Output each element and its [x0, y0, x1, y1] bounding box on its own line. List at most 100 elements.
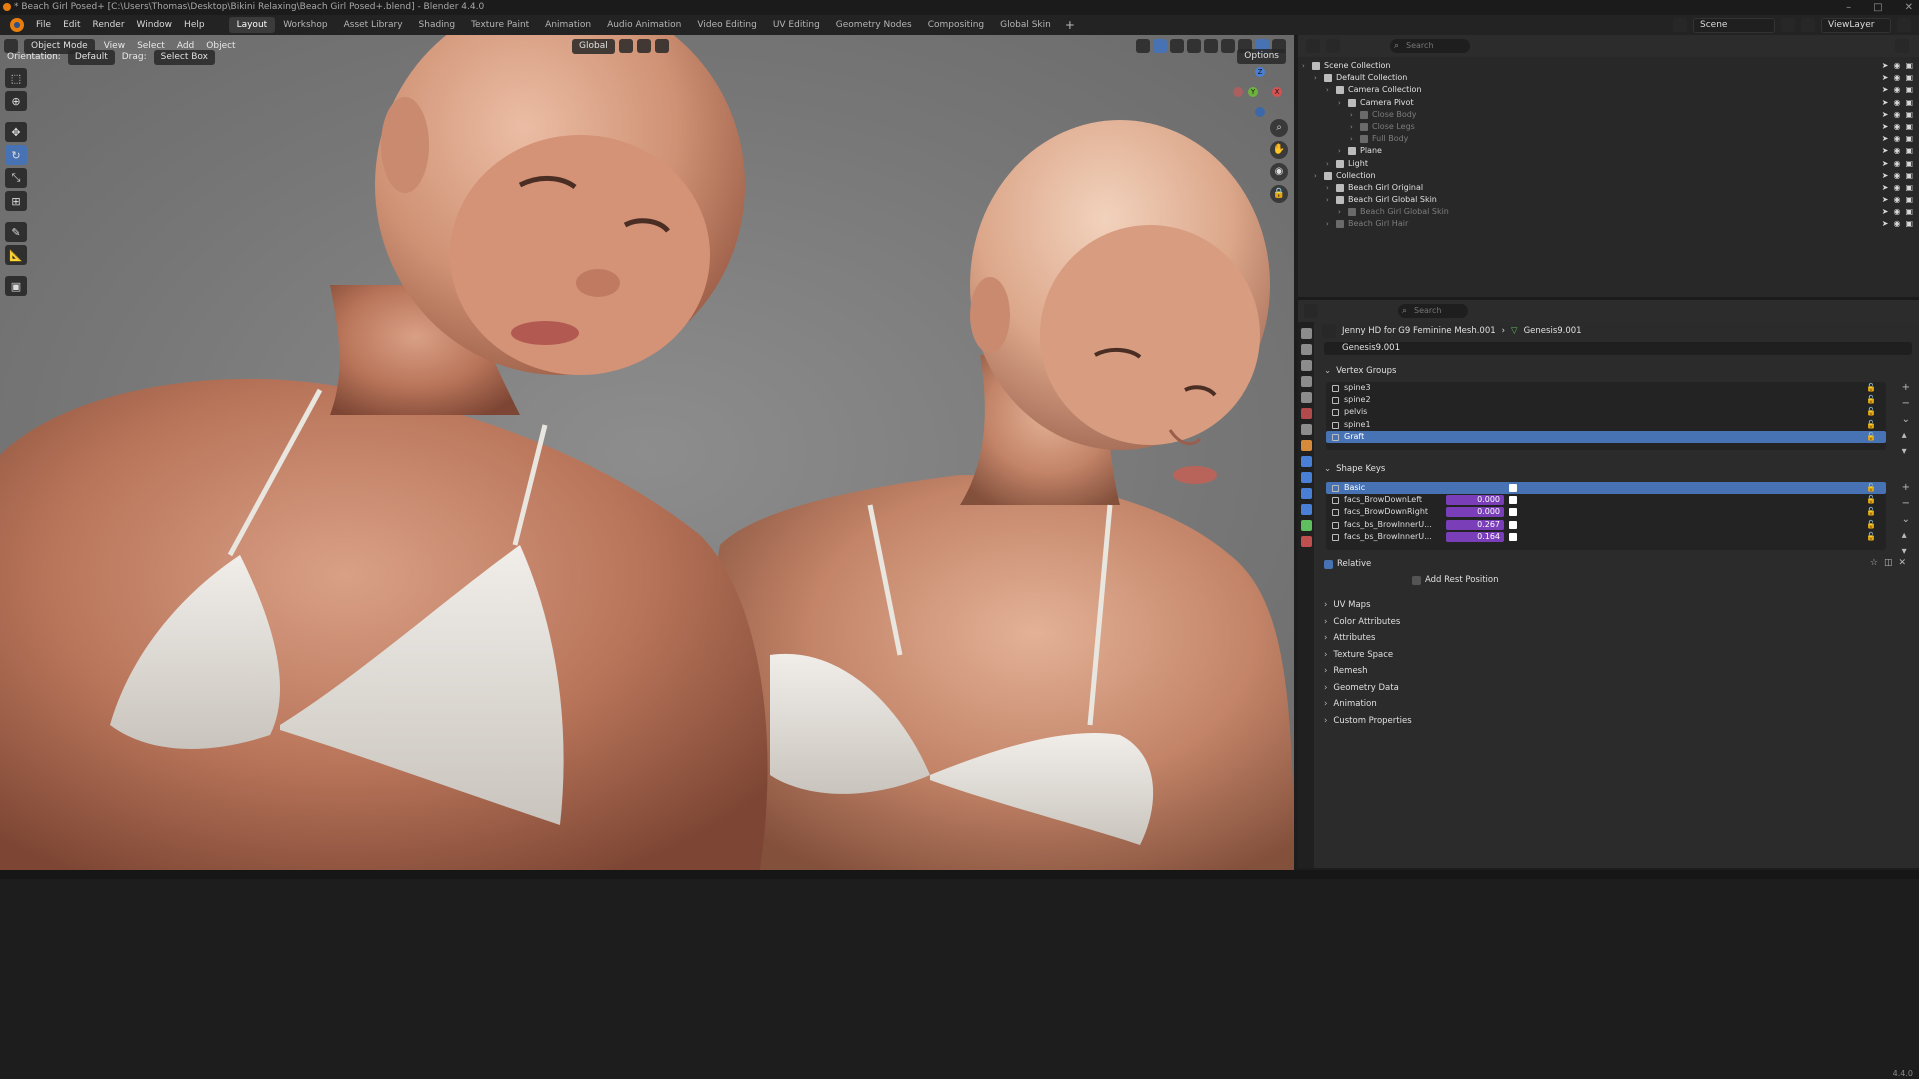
- outliner-search-input[interactable]: Search: [1390, 39, 1470, 53]
- mesh-data-field[interactable]: Genesis9.001: [1324, 342, 1912, 355]
- panel-remesh[interactable]: Remesh: [1324, 664, 1367, 678]
- tab-uv-editing[interactable]: UV Editing: [765, 17, 828, 33]
- lock-icon[interactable]: 🔓: [1866, 431, 1876, 443]
- filter-icon[interactable]: [1895, 39, 1909, 53]
- vertex-group-row[interactable]: Graft 🔓: [1326, 430, 1886, 443]
- select-arrow-icon[interactable]: ➤: [1882, 60, 1889, 72]
- outliner-editor-icon[interactable]: [1306, 39, 1320, 53]
- view-layer-field[interactable]: ViewLayer: [1821, 17, 1891, 33]
- eye-icon[interactable]: ◉: [1893, 133, 1900, 145]
- display-mode-icon[interactable]: [1326, 39, 1340, 53]
- panel-animation[interactable]: Animation: [1324, 697, 1376, 711]
- expand-chevron-icon[interactable]: ›: [1326, 158, 1329, 170]
- camera-icon[interactable]: ▣: [1905, 170, 1913, 182]
- expand-chevron-icon[interactable]: ›: [1314, 72, 1317, 84]
- select-arrow-icon[interactable]: ➤: [1882, 133, 1889, 145]
- scene-tab-icon[interactable]: [1300, 392, 1312, 403]
- pan-hand-icon[interactable]: ✋: [1270, 141, 1288, 159]
- expand-chevron-icon[interactable]: ›: [1326, 218, 1329, 230]
- menu-edit[interactable]: Edit: [57, 20, 86, 30]
- camera-icon[interactable]: ▣: [1905, 97, 1913, 109]
- select-arrow-icon[interactable]: ➤: [1882, 109, 1889, 121]
- add-workspace-button[interactable]: +: [1059, 18, 1081, 32]
- shape-key-up-icon[interactable]: ▴: [1902, 530, 1910, 541]
- select-arrow-icon[interactable]: ➤: [1882, 170, 1889, 182]
- outliner-row[interactable]: › Beach Girl Global Skin ➤ ◉ ▣: [1298, 206, 1919, 218]
- menu-render[interactable]: Render: [87, 20, 131, 30]
- add-vertex-group-button[interactable]: +: [1902, 382, 1910, 393]
- expand-chevron-icon[interactable]: ›: [1314, 170, 1317, 182]
- eye-icon[interactable]: ◉: [1893, 109, 1900, 121]
- lock-icon[interactable]: 🔓: [1866, 406, 1876, 418]
- constraints-tab-icon[interactable]: [1300, 504, 1312, 515]
- clear-icon[interactable]: ✕: [1898, 558, 1906, 568]
- remove-shape-key-button[interactable]: −: [1902, 498, 1910, 509]
- outliner-row[interactable]: › Light ➤ ◉ ▣: [1298, 158, 1919, 170]
- gizmo-y-axis[interactable]: Y: [1248, 87, 1258, 97]
- eye-icon[interactable]: ◉: [1893, 158, 1900, 170]
- shape-key-mute-checkbox[interactable]: [1509, 496, 1517, 505]
- vertex-group-row[interactable]: spine1 🔓: [1326, 419, 1886, 431]
- snap-icon[interactable]: [636, 39, 651, 53]
- new-scene-icon[interactable]: [1781, 18, 1795, 32]
- eye-icon[interactable]: ◉: [1893, 97, 1900, 109]
- modifier-tab-icon[interactable]: [1300, 456, 1312, 467]
- vertex-group-row[interactable]: spine2 🔓: [1326, 394, 1886, 406]
- lock-icon[interactable]: 🔓: [1866, 494, 1876, 506]
- properties-editor-icon[interactable]: [1304, 304, 1318, 318]
- xray-icon[interactable]: [1187, 39, 1201, 53]
- shape-key-value[interactable]: 0.000: [1446, 495, 1504, 506]
- outliner-row[interactable]: › Camera Pivot ➤ ◉ ▣: [1298, 97, 1919, 109]
- expand-chevron-icon[interactable]: ›: [1350, 109, 1353, 121]
- view-layer-tab-icon[interactable]: [1300, 376, 1312, 387]
- outliner-row[interactable]: › Default Collection ➤ ◉ ▣: [1298, 72, 1919, 84]
- panel-color-attributes[interactable]: Color Attributes: [1324, 615, 1400, 629]
- relative-checkbox[interactable]: [1324, 559, 1333, 569]
- zoom-icon[interactable]: ⌕: [1270, 119, 1288, 137]
- vertex-group-row[interactable]: spine3 🔓: [1326, 382, 1886, 394]
- panel-geometry-data[interactable]: Geometry Data: [1324, 681, 1398, 695]
- tab-animation[interactable]: Animation: [537, 17, 599, 33]
- select-arrow-icon[interactable]: ➤: [1882, 182, 1889, 194]
- move-down-icon[interactable]: ▾: [1902, 446, 1910, 457]
- shape-key-row[interactable]: Basic 🔓: [1326, 482, 1886, 495]
- scene-field[interactable]: Scene: [1693, 17, 1775, 33]
- camera-view-icon[interactable]: ◉: [1270, 163, 1288, 181]
- move-tool-icon[interactable]: ✥: [5, 122, 27, 142]
- visibility-icon[interactable]: [1136, 39, 1150, 53]
- eye-icon[interactable]: ◉: [1893, 84, 1900, 96]
- options-button[interactable]: Options: [1237, 49, 1286, 64]
- camera-icon[interactable]: ▣: [1905, 72, 1913, 84]
- gizmo-z-axis[interactable]: Z: [1255, 67, 1265, 77]
- add-shape-key-button[interactable]: +: [1902, 482, 1910, 493]
- tab-workshop[interactable]: Workshop: [275, 17, 335, 33]
- collection-tab-icon[interactable]: [1300, 424, 1312, 435]
- camera-icon[interactable]: ▣: [1905, 218, 1913, 230]
- remove-vertex-group-button[interactable]: −: [1902, 398, 1910, 409]
- eye-icon[interactable]: ◉: [1893, 194, 1900, 206]
- camera-icon[interactable]: ▣: [1905, 145, 1913, 157]
- expand-chevron-icon[interactable]: ›: [1350, 133, 1353, 145]
- eye-icon[interactable]: ◉: [1893, 145, 1900, 157]
- outliner-row[interactable]: › Collection ➤ ◉ ▣: [1298, 170, 1919, 182]
- eye-icon[interactable]: ◉: [1893, 218, 1900, 230]
- particles-tab-icon[interactable]: [1300, 472, 1312, 483]
- shape-key-row[interactable]: facs_bs_BrowInnerU... 0.267 🔓: [1326, 519, 1886, 531]
- lock-icon[interactable]: 🔓: [1866, 506, 1876, 518]
- overlay-toggle-icon[interactable]: [1170, 39, 1184, 53]
- outliner-row[interactable]: › Beach Girl Hair ➤ ◉ ▣: [1298, 218, 1919, 230]
- gizmo-toggle-icon[interactable]: [1153, 39, 1167, 53]
- maximize-button[interactable]: □: [1873, 0, 1882, 15]
- select-arrow-icon[interactable]: ➤: [1882, 206, 1889, 218]
- render-tab-icon[interactable]: [1300, 344, 1312, 355]
- panel-texture-space[interactable]: Texture Space: [1324, 648, 1393, 662]
- transform-orientation-dropdown[interactable]: Global: [572, 38, 615, 54]
- data-tab-icon[interactable]: [1300, 520, 1312, 531]
- panel-custom-properties[interactable]: Custom Properties: [1324, 714, 1411, 728]
- select-arrow-icon[interactable]: ➤: [1882, 97, 1889, 109]
- eye-icon[interactable]: ◉: [1893, 121, 1900, 133]
- gizmo-neg-x-axis[interactable]: [1233, 87, 1243, 97]
- menu-help[interactable]: Help: [178, 20, 211, 30]
- expand-chevron-icon[interactable]: ›: [1326, 194, 1329, 206]
- material-tab-icon[interactable]: [1300, 536, 1312, 547]
